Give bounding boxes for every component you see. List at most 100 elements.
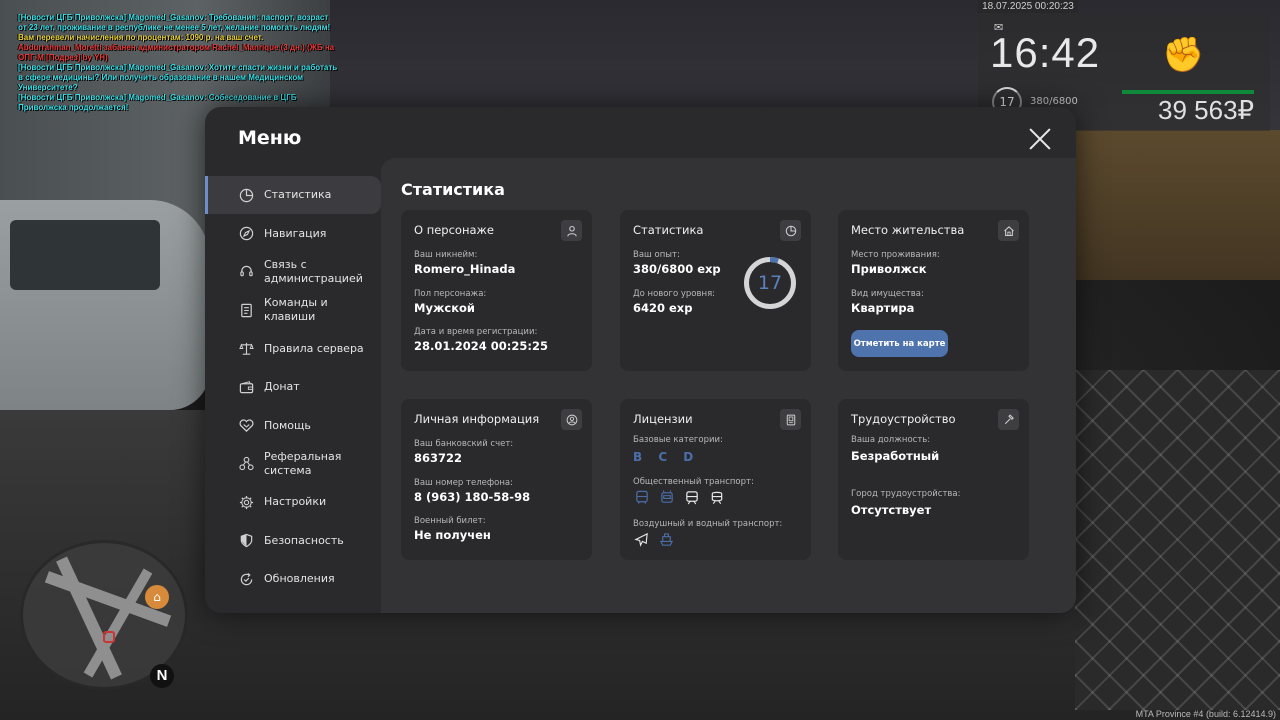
work-city-value: Отсутствует	[851, 503, 932, 517]
health-bar	[1122, 90, 1254, 94]
player-blip-icon	[103, 631, 115, 643]
exp-value: 380/6800 exp	[633, 262, 721, 276]
registration-value: 28.01.2024 00:25:25	[414, 339, 548, 353]
card-personal-info: Личная информация Ваш банковский счет: 8…	[401, 399, 592, 560]
build-info: MTA Province #4 (build: 6.12414.9)	[1135, 709, 1276, 719]
sidebar-item-statistics[interactable]: Статистика	[205, 176, 381, 215]
public-transport-icons	[633, 489, 725, 506]
level-ring: 17	[742, 255, 798, 311]
sidebar-item-label: Реферальная система	[264, 449, 342, 477]
level-value: 17	[757, 272, 783, 294]
airplane-icon	[633, 531, 650, 548]
home-icon	[998, 220, 1019, 241]
bank-label: Ваш банковский счет:	[414, 439, 514, 449]
hud-exp: 380/6800	[1030, 96, 1078, 107]
handshake-icon	[238, 418, 254, 434]
chat-line: Вам перевели начисления по процентам: 10…	[18, 33, 264, 42]
card-title: Трудоустройство	[851, 412, 956, 426]
gender-label: Пол персонажа:	[414, 289, 487, 299]
card-title: О персонаже	[414, 223, 494, 237]
wallet-icon	[238, 379, 254, 395]
sidebar-item-settings[interactable]: Настройки	[205, 483, 381, 521]
card-residence: Место жительства Место проживания: Приво…	[838, 210, 1029, 371]
air-water-transport-icons	[633, 531, 675, 548]
card-character: О персонаже Ваш никнейм: Romero_Hinada П…	[401, 210, 592, 371]
card-title: Личная информация	[414, 412, 540, 426]
mark-on-map-button[interactable]: Отметить на карте	[851, 330, 948, 357]
chat-line: [Новости ЦГБ Приволжска] Magomed_Gasanov…	[18, 63, 338, 92]
sidebar-item-label: Команды и клавиши	[264, 296, 328, 324]
content-title: Статистика	[401, 180, 505, 199]
tram-icon	[683, 489, 700, 506]
card-licenses: Лицензии Базовые категории: B C D Общест…	[620, 399, 811, 560]
sidebar-item-label: Статистика	[264, 188, 332, 202]
position-label: Ваша должность:	[851, 435, 931, 445]
phone-value: 8 (963) 180-58-98	[414, 490, 531, 504]
license-icon	[780, 409, 801, 430]
public-transport-label: Общественный транспорт:	[633, 477, 754, 487]
air-water-transport-label: Воздушный и водный транспорт:	[633, 519, 783, 529]
base-categories: B C D	[633, 450, 700, 464]
sidebar-item-label: Безопасность	[264, 533, 344, 547]
base-categories-label: Базовые категории:	[633, 435, 723, 445]
sidebar-item-help[interactable]: Помощь	[205, 406, 381, 444]
pie-chart-icon	[238, 187, 254, 203]
sidebar-item-donate[interactable]: Донат	[205, 368, 381, 406]
sidebar-item-label: Связь с администрацией	[264, 257, 363, 285]
sidebar-item-label: Донат	[264, 380, 300, 394]
headset-icon	[238, 264, 254, 280]
place-value: Приволжск	[851, 262, 927, 276]
military-label: Военный билет:	[414, 516, 486, 526]
bus-window	[10, 220, 160, 290]
property-label: Вид имущества:	[851, 289, 924, 299]
sidebar-item-contact-admin[interactable]: Связь с администрацией	[205, 253, 381, 291]
update-icon	[238, 571, 254, 587]
phone-label: Ваш номер телефона:	[414, 478, 513, 488]
sidebar-item-referral[interactable]: Реферальная система	[205, 445, 381, 483]
fence	[1075, 370, 1280, 710]
bank-value: 863722	[414, 451, 463, 465]
property-value: Квартира	[851, 301, 915, 315]
referral-icon	[238, 456, 254, 472]
menu-title: Меню	[238, 127, 302, 149]
sidebar-item-label: Навигация	[264, 226, 327, 240]
chat-log: [Новости ЦГБ Приволжска] Magomed_Gasanov…	[18, 13, 338, 113]
sidebar-item-rules[interactable]: Правила сервера	[205, 330, 381, 368]
sidebar-item-updates[interactable]: Обновления	[205, 560, 381, 598]
boat-icon	[658, 531, 675, 548]
menu-window: Меню Статистика Навигация Связь с админи…	[205, 107, 1076, 613]
hud-datetime: 18.07.2025 00:20:23	[978, 0, 1078, 13]
gender-value: Мужской	[414, 301, 475, 315]
registration-label: Дата и время регистрации:	[414, 327, 538, 337]
bus	[0, 200, 210, 410]
sidebar-item-label: Обновления	[264, 572, 335, 586]
pie-chart-icon	[780, 220, 801, 241]
card-title: Лицензии	[633, 412, 693, 426]
shield-icon	[238, 533, 254, 549]
card-employment: Трудоустройство Ваша должность: Безработ…	[838, 399, 1029, 560]
sidebar-item-label: Помощь	[264, 418, 311, 432]
north-indicator: N	[150, 664, 174, 688]
content-panel: Статистика О персонаже Ваш никнейм: Rome…	[381, 158, 1076, 613]
chat-line: Abdurrahman_Moretti забанен администрато…	[18, 43, 335, 62]
place-label: Место проживания:	[851, 250, 940, 260]
sidebar-item-label: Настройки	[264, 495, 327, 509]
sidebar-item-security[interactable]: Безопасность	[205, 522, 381, 560]
card-title: Статистика	[633, 223, 704, 237]
hud-money: 39 563₽	[1158, 95, 1255, 125]
card-statistics: Статистика Ваш опыт: 380/6800 exp До нов…	[620, 210, 811, 371]
user-icon	[561, 220, 582, 241]
trolleybus-icon	[658, 489, 675, 506]
sidebar-item-navigation[interactable]: Навигация	[205, 214, 381, 252]
gear-icon	[238, 494, 254, 510]
close-icon[interactable]	[1028, 127, 1052, 151]
nick-label: Ваш никнейм:	[414, 250, 478, 260]
next-level-value: 6420 exp	[633, 301, 693, 315]
metro-icon	[708, 489, 725, 506]
fist-icon: ✊	[1162, 35, 1205, 75]
document-icon	[238, 302, 254, 318]
chat-line: [Новости ЦГБ Приволжска] Magomed_Gasanov…	[18, 13, 331, 32]
sidebar-item-commands[interactable]: Команды и клавиши	[205, 291, 381, 329]
nick-value: Romero_Hinada	[414, 262, 516, 276]
position-value: Безработный	[851, 449, 940, 463]
